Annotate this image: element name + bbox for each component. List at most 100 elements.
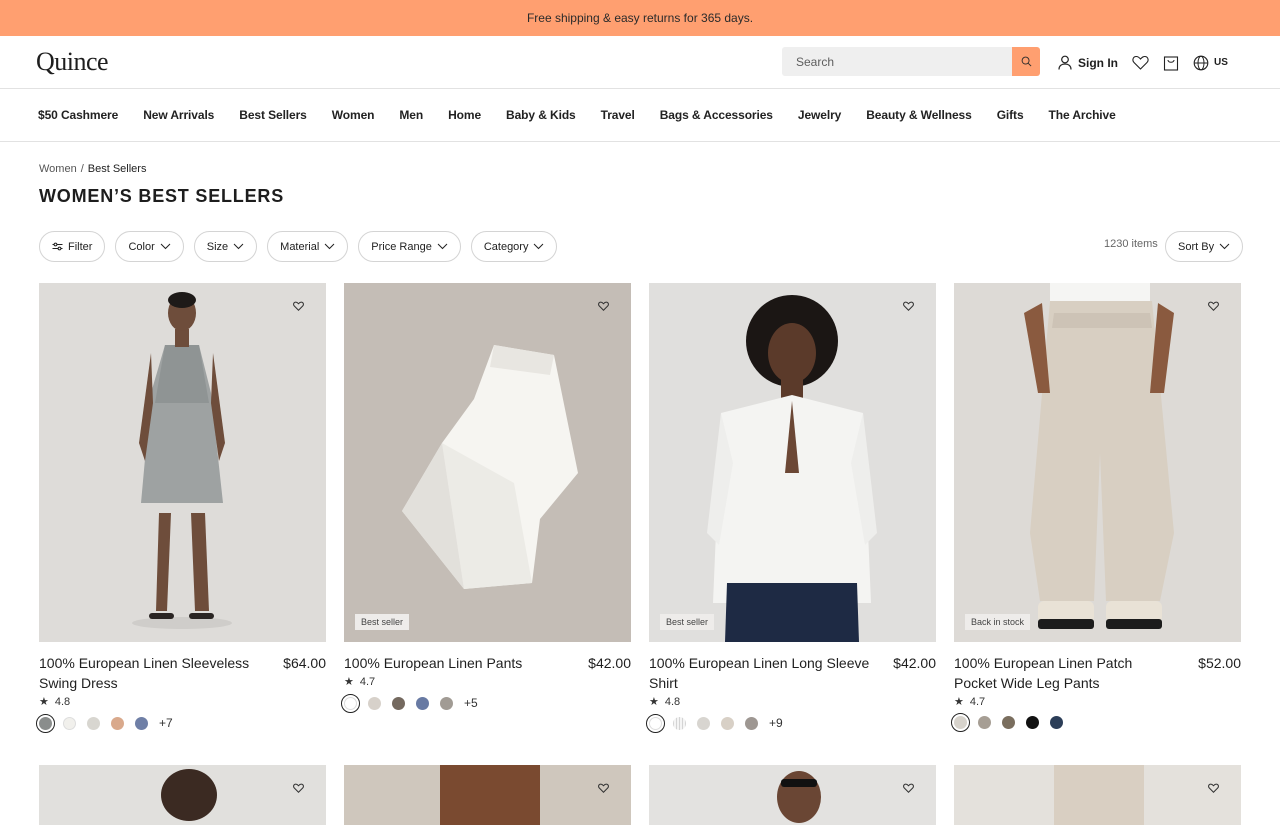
breadcrumb-current: Best Sellers [87, 163, 147, 175]
material-dropdown[interactable]: Material [267, 231, 349, 262]
heart-icon [1132, 55, 1149, 70]
price-range-dropdown[interactable]: Price Range [358, 231, 461, 262]
product-image[interactable]: Back in stock [954, 283, 1241, 642]
page-title: WOMEN’S BEST SELLERS [39, 186, 285, 206]
promo-banner: Free shipping & easy returns for 365 day… [0, 0, 1280, 36]
product-name[interactable]: 100% European Linen Sleeveless Swing Dre… [39, 653, 261, 693]
product-rating: ★ 4.8 [39, 695, 326, 709]
color-swatches: +7 [36, 713, 326, 733]
product-image[interactable] [954, 765, 1241, 825]
nav-item-the-archive[interactable]: The Archive [1049, 108, 1116, 122]
nav-item-new-arrivals[interactable]: New Arrivals [143, 108, 214, 122]
sign-in-link[interactable]: Sign In [1058, 55, 1118, 70]
breadcrumb-women[interactable]: Women [39, 163, 77, 175]
product-badge: Back in stock [965, 614, 1031, 630]
swatch-stripe[interactable] [673, 716, 686, 730]
logo[interactable]: Quince [36, 47, 109, 77]
product-card[interactable]: Best seller 100% European Linen Long Sle… [646, 283, 936, 733]
swatch-navy[interactable] [1050, 716, 1063, 729]
chevron-down-icon [1219, 243, 1230, 250]
nav-item-travel[interactable]: Travel [601, 108, 635, 122]
swatch-light-gray[interactable] [697, 716, 710, 730]
nav-item-baby-kids[interactable]: Baby & Kids [506, 108, 576, 122]
search-button[interactable] [1012, 47, 1040, 76]
product-info: 100% European Linen Patch Pocket Wide Le… [954, 653, 1241, 693]
product-price: $42.00 [588, 655, 631, 671]
more-colors[interactable]: +5 [464, 696, 478, 710]
chevron-down-icon [160, 243, 171, 250]
swatch-light-gray[interactable] [87, 716, 100, 730]
product-photo-partial [161, 769, 217, 821]
user-icon [1058, 55, 1072, 70]
filter-bar: Filter Color Size Material Price Range C… [39, 231, 558, 262]
search-bar[interactable]: Search [782, 47, 1040, 76]
product-card[interactable]: Back in stock 100% European Linen Patch … [951, 283, 1241, 732]
filter-button[interactable]: Filter [39, 231, 106, 262]
favorite-heart-icon[interactable] [903, 301, 914, 311]
star-icon: ★ [954, 696, 964, 708]
product-photo-linen-pants [344, 283, 631, 642]
swatch-white[interactable] [63, 716, 76, 730]
product-card[interactable]: Best seller 100% European Linen Pants $4… [341, 283, 631, 730]
nav-item-beauty-wellness[interactable]: Beauty & Wellness [866, 108, 972, 122]
product-image[interactable]: Best seller [344, 283, 631, 642]
star-icon: ★ [39, 696, 49, 708]
favorite-heart-icon[interactable] [1208, 301, 1219, 311]
nav-item-cashmere[interactable]: $50 Cashmere [38, 108, 118, 122]
product-image[interactable] [39, 765, 326, 825]
material-label: Material [280, 240, 320, 253]
favorite-heart-icon[interactable] [598, 301, 609, 311]
search-input[interactable]: Search [782, 47, 1012, 76]
chevron-down-icon [534, 243, 544, 250]
product-image[interactable] [649, 765, 936, 825]
swatch-gingham[interactable] [36, 713, 55, 733]
more-colors[interactable]: +7 [159, 716, 173, 730]
nav-item-jewelry[interactable]: Jewelry [798, 108, 841, 122]
breadcrumb: Women / Best Sellers [39, 163, 146, 175]
product-name[interactable]: 100% European Linen Patch Pocket Wide Le… [954, 653, 1176, 693]
nav-item-best-sellers[interactable]: Best Sellers [239, 108, 307, 122]
color-swatches: +5 [341, 693, 631, 713]
sort-dropdown[interactable]: Sort By [1165, 231, 1244, 262]
swatch-oat[interactable] [721, 716, 734, 730]
product-name[interactable]: 100% European Linen Long Sleeve Shirt [649, 653, 871, 693]
swatch-taupe[interactable] [978, 716, 991, 729]
product-name[interactable]: 100% European Linen Pants [344, 653, 566, 673]
swatch-white[interactable] [646, 713, 665, 733]
category-dropdown[interactable]: Category [470, 231, 558, 262]
swatch-blue[interactable] [416, 696, 429, 710]
product-image[interactable] [39, 283, 326, 642]
swatch-taupe[interactable] [440, 696, 453, 710]
product-rating: ★ 4.8 [649, 695, 936, 709]
nav-item-gifts[interactable]: Gifts [997, 108, 1024, 122]
swatch-white[interactable] [341, 693, 360, 713]
swatch-taupe[interactable] [745, 716, 758, 730]
nav-item-bags-accessories[interactable]: Bags & Accessories [660, 108, 773, 122]
star-icon: ★ [344, 676, 354, 688]
swatch-brown[interactable] [392, 696, 405, 710]
product-photo-linen-dress [39, 283, 326, 642]
product-image[interactable]: Best seller [649, 283, 936, 642]
color-swatches [951, 713, 1241, 732]
swatch-natural[interactable] [951, 713, 970, 732]
swatch-oat[interactable] [368, 696, 381, 710]
locale-selector[interactable]: US [1193, 55, 1228, 71]
cart-button[interactable] [1163, 55, 1179, 71]
cart-icon [1163, 55, 1179, 71]
favorite-heart-icon[interactable] [293, 301, 304, 311]
filter-label: Filter [68, 240, 93, 253]
size-dropdown[interactable]: Size [193, 231, 258, 262]
swatch-olive-brown[interactable] [1002, 716, 1015, 729]
color-dropdown[interactable]: Color [115, 231, 184, 262]
color-label: Color [128, 240, 155, 253]
swatch-peach[interactable] [111, 716, 124, 730]
swatch-blue[interactable] [135, 716, 148, 730]
more-colors[interactable]: +9 [769, 716, 783, 730]
nav-item-men[interactable]: Men [399, 108, 423, 122]
nav-item-women[interactable]: Women [332, 108, 375, 122]
nav-item-home[interactable]: Home [448, 108, 481, 122]
product-card[interactable]: 100% European Linen Sleeveless Swing Dre… [36, 283, 326, 733]
swatch-black[interactable] [1026, 716, 1039, 729]
wishlist-button[interactable] [1132, 55, 1149, 70]
product-image[interactable] [344, 765, 631, 825]
